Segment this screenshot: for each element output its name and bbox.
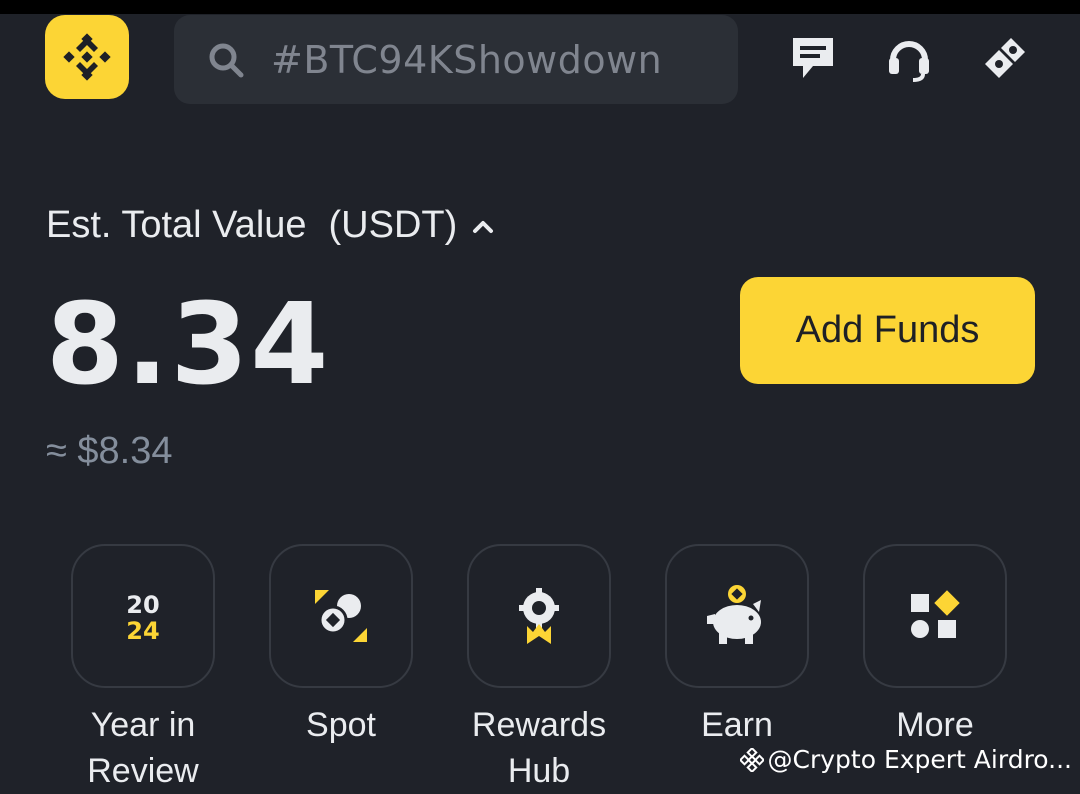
watermark: @Crypto Expert Airdro... <box>739 745 1073 774</box>
shortcut-label: Spot <box>306 706 376 744</box>
shortcut-year-in-review[interactable]: 20 24 Year in Review <box>71 544 215 794</box>
search-text: #BTC94KShowdown <box>271 37 663 82</box>
rewards-badge-icon <box>519 588 559 644</box>
svg-text:24: 24 <box>126 617 159 645</box>
referral-icon[interactable] <box>980 33 1030 83</box>
total-balance-value: 8.34 <box>46 280 331 410</box>
binance-logo-icon <box>739 747 764 772</box>
shortcut-earn[interactable]: Earn <box>665 544 809 748</box>
shortcut-spot[interactable]: Spot <box>269 544 413 748</box>
year-2024-icon: 20 24 <box>126 591 159 645</box>
search-icon <box>207 41 245 79</box>
shortcut-tile[interactable] <box>665 544 809 688</box>
shortcut-tile[interactable]: 20 24 <box>71 544 215 688</box>
shortcut-label: Rewards Hub <box>471 706 607 790</box>
shortcut-label: Earn <box>701 706 773 744</box>
fiat-equivalent: ≈ $8.34 <box>46 430 173 472</box>
chat-icon[interactable] <box>788 33 838 83</box>
piggy-bank-icon <box>707 585 761 644</box>
shortcut-rewards-hub[interactable]: Rewards Hub <box>467 544 611 794</box>
shortcut-label: More <box>896 706 974 744</box>
shortcut-tile[interactable] <box>467 544 611 688</box>
svg-text:20: 20 <box>126 591 159 619</box>
balance-title: Est. Total Value <box>46 204 307 246</box>
shortcut-label: Year in Review <box>87 706 199 790</box>
estimated-total-value-header[interactable]: Est. Total Value (USDT) <box>46 204 495 247</box>
status-bar <box>0 0 1080 14</box>
balance-unit: (USDT) <box>328 204 458 246</box>
shortcut-tile[interactable] <box>863 544 1007 688</box>
shortcut-more[interactable]: More <box>863 544 1007 748</box>
search-bar[interactable]: #BTC94KShowdown <box>174 15 738 104</box>
add-funds-button[interactable]: Add Funds <box>740 277 1035 384</box>
binance-logo-icon[interactable] <box>45 15 129 99</box>
watermark-text: @Crypto Expert Airdro... <box>767 745 1073 774</box>
shortcut-tile[interactable] <box>269 544 413 688</box>
more-grid-icon <box>911 590 960 638</box>
spot-icon <box>315 590 367 642</box>
support-headset-icon[interactable] <box>884 33 934 83</box>
chevron-up-icon[interactable] <box>471 218 495 234</box>
